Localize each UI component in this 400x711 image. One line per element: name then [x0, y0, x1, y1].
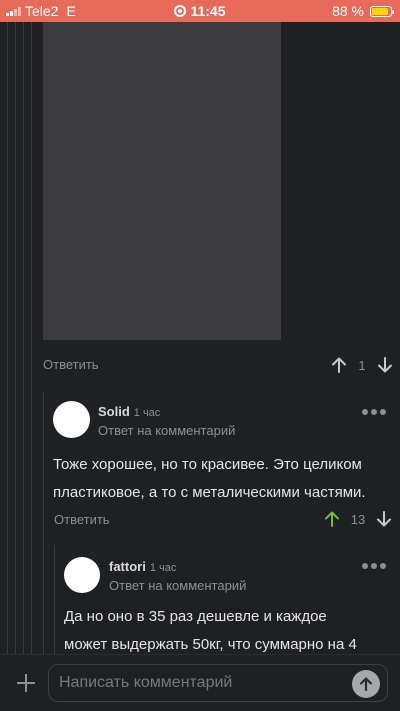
- thread-line: [54, 545, 55, 654]
- thread-line: [23, 22, 24, 654]
- upvote-icon[interactable]: [323, 510, 341, 528]
- add-icon[interactable]: [16, 673, 36, 693]
- send-button[interactable]: [352, 670, 380, 698]
- avatar[interactable]: [53, 401, 90, 438]
- thread-line: [7, 22, 8, 654]
- comment-time: 1 час: [133, 407, 161, 419]
- vote-count: 13: [350, 511, 366, 527]
- send-arrow-icon: [359, 677, 373, 692]
- comment-time: 1 час: [149, 562, 177, 574]
- avatar[interactable]: [64, 557, 100, 593]
- vote-controls: 13: [323, 510, 393, 528]
- comment-line: Да но оно в 35 раз дешевле и каждое: [64, 608, 327, 625]
- comment-composer: [0, 654, 400, 711]
- comment-text: Тоже хорошее, но то красивее. Это целико…: [53, 451, 393, 507]
- vote-count: 1: [358, 357, 366, 373]
- screen-record-icon: [174, 5, 187, 17]
- battery-fill: [372, 7, 388, 15]
- battery-icon: [370, 5, 394, 17]
- vote-controls: 1: [330, 356, 394, 374]
- comment-subtitle: Ответ на комментарий: [98, 423, 236, 438]
- thread-line: [43, 392, 44, 654]
- downvote-icon[interactable]: [375, 510, 393, 528]
- author-name[interactable]: fattori: [109, 559, 146, 574]
- comment-text: Да но оно в 35 раз дешевле и каждое може…: [64, 603, 394, 659]
- battery-percent: 88 %: [332, 3, 364, 19]
- reply-button[interactable]: Ответить: [54, 512, 110, 527]
- status-bar: Tele2 E 11:45 88 %: [0, 0, 400, 22]
- more-options-icon[interactable]: [362, 563, 386, 569]
- author-name[interactable]: Solid: [98, 404, 130, 419]
- thread-line: [31, 22, 32, 654]
- upvote-icon[interactable]: [330, 356, 348, 374]
- comment-author[interactable]: fattori 1 час: [109, 559, 176, 574]
- clock-time: 11:45: [190, 3, 226, 19]
- post-image[interactable]: [43, 22, 281, 340]
- comment-subtitle: Ответ на комментарий: [109, 578, 247, 593]
- comment-author[interactable]: Solid 1 час: [98, 404, 160, 419]
- comment-line: пластиковое, а то с металическими частям…: [53, 484, 366, 501]
- comment-input[interactable]: [48, 664, 388, 702]
- battery-status: 88 %: [332, 3, 394, 19]
- thread-line: [15, 22, 16, 654]
- downvote-icon[interactable]: [376, 356, 394, 374]
- comment-line: Тоже хорошее, но то красивее. Это целико…: [53, 456, 362, 473]
- reply-button[interactable]: Ответить: [43, 357, 99, 372]
- more-options-icon[interactable]: [362, 409, 386, 415]
